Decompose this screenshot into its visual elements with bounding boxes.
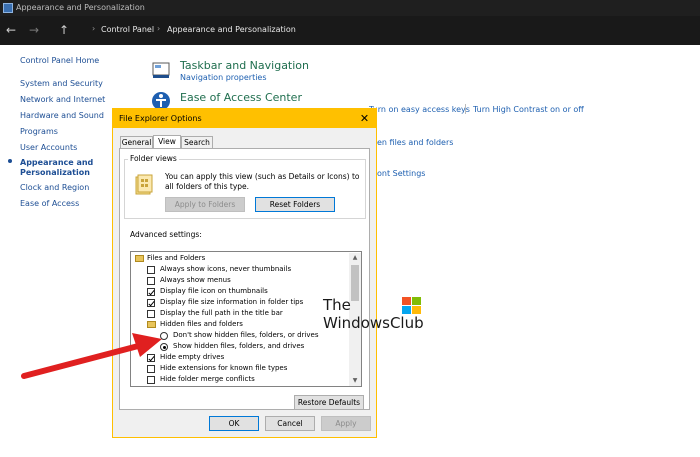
watermark-line2: WindowsClub (323, 314, 424, 332)
watermark-line1: The (323, 296, 351, 314)
red-arrow-annotation (21, 333, 162, 379)
windows-logo-icon (402, 297, 421, 314)
